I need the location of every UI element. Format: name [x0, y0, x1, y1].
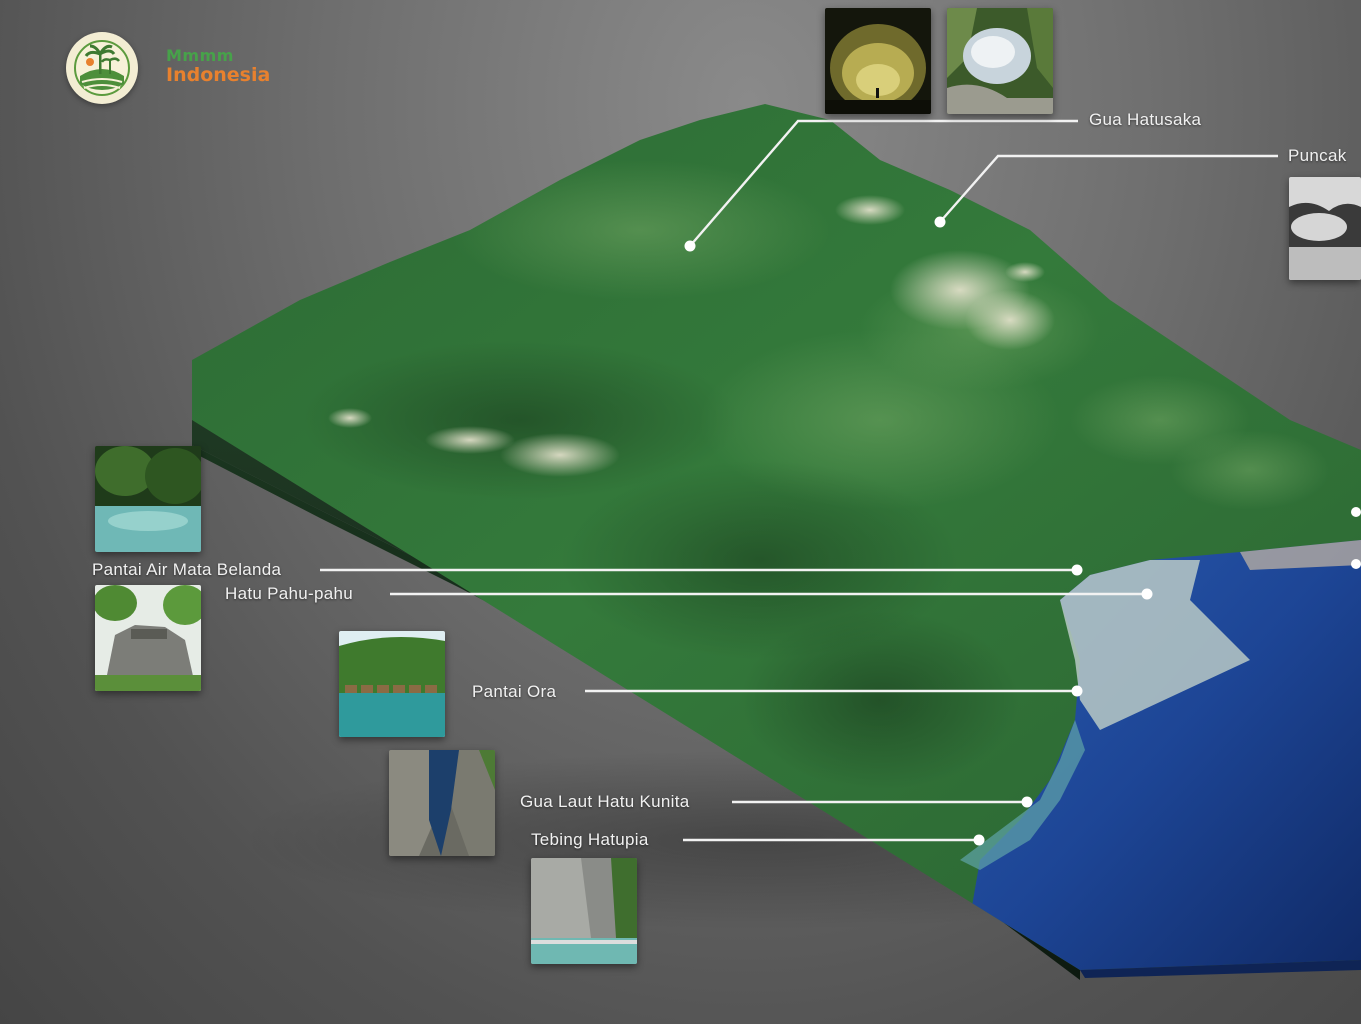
marker-puncak — [934, 216, 946, 228]
label-pantai-air-mata-belanda: Pantai Air Mata Belanda — [92, 560, 282, 579]
marker-pantai-ora — [1071, 685, 1083, 697]
sea-cave-photo — [389, 750, 495, 856]
marker-gua-laut-hatu-kunita — [1021, 796, 1033, 808]
marker-tebing-hatupia — [973, 834, 985, 846]
label-gua-laut-hatu-kunita: Gua Laut Hatu Kunita — [520, 792, 690, 811]
label-puncak: Puncak — [1288, 146, 1347, 165]
brand-wordmark: Mmmm Indonesia — [166, 48, 276, 85]
cave-sinkhole-photo — [947, 8, 1053, 114]
rock-formation-photo — [95, 585, 201, 691]
marker-edge-2 — [1351, 559, 1361, 569]
cave-interior-photo — [825, 8, 931, 114]
forest-pool-photo — [95, 446, 201, 552]
label-pantai-ora: Pantai Ora — [472, 682, 557, 701]
label-gua-hatusaka: Gua Hatusaka — [1089, 110, 1202, 129]
label-tebing-hatupia: Tebing Hatupia — [531, 830, 649, 849]
label-hatu-pahu-pahu: Hatu Pahu-pahu — [225, 584, 354, 603]
misty-peak-photo — [1289, 177, 1361, 280]
marker-gua-hatusaka — [684, 240, 696, 252]
brand-wordmark-top: Mmmm — [166, 46, 234, 65]
overwater-bungalows-photo — [339, 631, 445, 737]
marker-edge-1 — [1351, 507, 1361, 517]
island-palm-logo-icon — [66, 32, 138, 104]
marker-pantai-air-mata-belanda — [1071, 564, 1083, 576]
brand-wordmark-bottom: Indonesia — [166, 64, 271, 86]
marker-hatu-pahu-pahu — [1141, 588, 1153, 600]
cliff-photo — [531, 858, 637, 964]
terrain-map — [192, 104, 1361, 980]
